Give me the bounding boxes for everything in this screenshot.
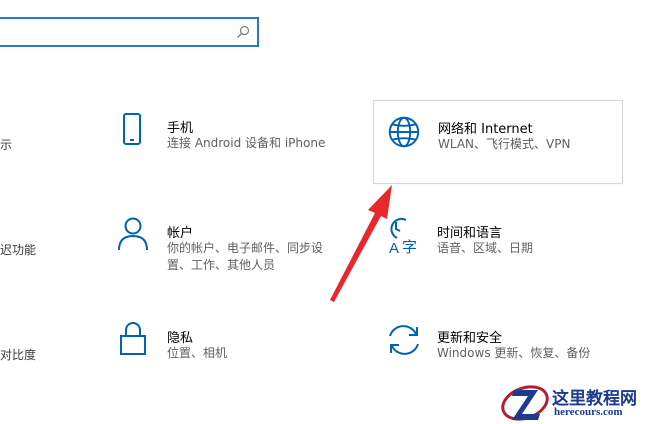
search-box[interactable] <box>0 17 259 47</box>
person-icon <box>118 217 148 251</box>
tile-subtitle: 置、工作、其他人员 <box>167 258 276 272</box>
watermark-logo: 这里教程网 herecours.com <box>500 380 645 424</box>
update-icon <box>389 325 419 355</box>
search-icon[interactable] <box>235 24 251 40</box>
globe-icon <box>388 116 420 148</box>
tile-subtitle: 语音、区域、日期 <box>437 241 534 255</box>
tile-privacy[interactable]: 隐私 位置、相机 <box>116 320 356 380</box>
tile-subtitle: WLAN、飞行模式、VPN <box>438 137 571 151</box>
lock-icon <box>120 322 146 355</box>
tile-subtitle: 连接 Android 设备和 iPhone <box>167 136 326 150</box>
tile-subtitle: 位置、相机 <box>167 346 228 360</box>
svg-text:字: 字 <box>402 238 417 254</box>
tile-phone[interactable]: 手机 连接 Android 设备和 iPhone <box>116 110 356 170</box>
watermark-en: herecours.com <box>554 406 623 418</box>
left-clipped-text: 示 <box>0 138 13 152</box>
tile-time-language[interactable]: A 字 时间和语言 语音、区域、日期 <box>384 214 624 274</box>
left-clipped-text: 对比度 <box>0 348 37 362</box>
tile-subtitle: 你的帐户、电子邮件、同步设 <box>167 241 324 255</box>
phone-icon <box>123 113 141 145</box>
tile-network-internet[interactable]: 网络和 Internet WLAN、飞行模式、VPN <box>373 100 623 184</box>
tile-subtitle: Windows 更新、恢复、备份 <box>437 346 591 360</box>
annotation-arrow-icon <box>330 185 392 302</box>
left-clipped-text: 迟功能 <box>0 243 37 257</box>
tile-update-security[interactable]: 更新和安全 Windows 更新、恢复、备份 <box>384 320 624 380</box>
watermark-z-icon <box>501 385 549 421</box>
